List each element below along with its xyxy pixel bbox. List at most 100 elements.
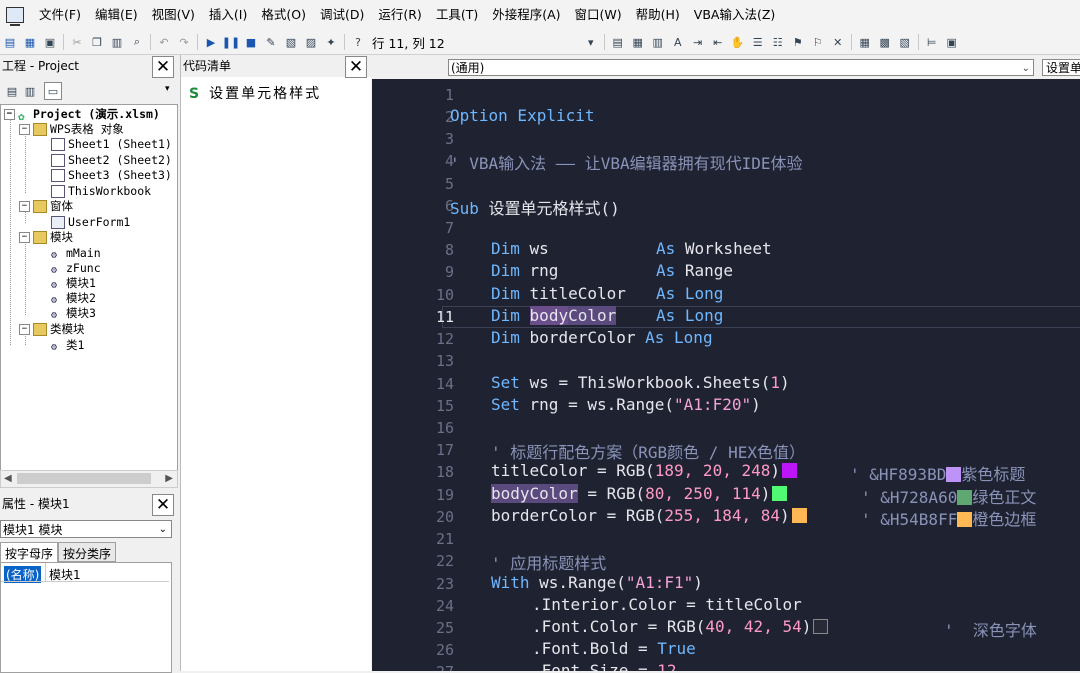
code-list-item[interactable]: S 设置单元格样式: [189, 83, 321, 103]
toolbar-overflow-icon[interactable]: ▾: [583, 34, 599, 50]
next-bookmark-icon[interactable]: ⚐: [810, 34, 826, 50]
color-swatch-purple: [782, 463, 797, 478]
userform-icon: [51, 216, 65, 229]
stop-icon[interactable]: ■: [243, 34, 259, 50]
clear-bookmarks-icon[interactable]: ✕: [830, 34, 846, 50]
view-excel-icon[interactable]: ▤: [2, 34, 18, 50]
toggle-folders-icon[interactable]: ▭: [44, 82, 62, 100]
menu-help[interactable]: 帮助(H): [629, 0, 687, 30]
list-constants-icon[interactable]: ▦: [630, 34, 646, 50]
toggle-breakpoint-icon[interactable]: ✋: [730, 34, 746, 50]
tree-project-root[interactable]: − ✿ Project (演示.xlsm): [4, 107, 160, 123]
scroll-right-icon[interactable]: ▶: [165, 471, 173, 486]
collapse-icon[interactable]: −: [19, 232, 30, 243]
tree-item-class1[interactable]: ⚙ 类1: [51, 338, 84, 353]
view-code-icon[interactable]: ▤: [4, 83, 20, 99]
design-mode-icon[interactable]: ✎: [263, 34, 279, 50]
tree-folder-wps[interactable]: − WPS表格 对象: [19, 122, 124, 137]
class-module-icon: ⚙: [51, 342, 58, 353]
collapse-icon[interactable]: −: [4, 109, 15, 120]
standard-toolbar: ▤ ▦ ▣ ✂ ❐ ▥ ⌕ ↶ ↷ ▶ ❚❚ ■ ✎ ▧ ▨ ✦ ? 行 11,…: [0, 30, 1080, 55]
line-number: 19: [435, 486, 454, 504]
collapse-icon[interactable]: −: [19, 324, 30, 335]
run-icon[interactable]: ▶: [203, 34, 219, 50]
copy-icon[interactable]: ❐: [89, 34, 105, 50]
group-icon[interactable]: ▩: [877, 34, 893, 50]
menu-run[interactable]: 运行(R): [371, 0, 428, 30]
parameter-info-icon[interactable]: A: [670, 34, 686, 50]
alignment-dropdown-icon[interactable]: ⊨: [924, 34, 940, 50]
indent-icon[interactable]: ⇥: [690, 34, 706, 50]
tab-alphabetic[interactable]: 按字母序: [0, 542, 59, 562]
bookmark-icon[interactable]: ⚑: [790, 34, 806, 50]
procedure-select[interactable]: 设置单: [1042, 59, 1080, 76]
view-object-icon[interactable]: ▥: [22, 83, 38, 99]
line-number: 6: [444, 197, 454, 215]
collapse-icon[interactable]: −: [19, 201, 30, 212]
menu-insert[interactable]: 插入(I): [202, 0, 254, 30]
menu-file[interactable]: 文件(F): [32, 0, 88, 30]
tree-folder-classes[interactable]: − 类模块: [19, 322, 85, 337]
tree-folder-modules[interactable]: − 模块: [19, 230, 73, 245]
tab-categorized[interactable]: 按分类序: [58, 542, 117, 562]
insert-module-icon[interactable]: ▦: [22, 34, 38, 50]
help-icon[interactable]: ?: [350, 34, 366, 50]
list-properties-icon[interactable]: ▤: [610, 34, 626, 50]
tree-item-module3[interactable]: ⚙ 模块3: [51, 306, 96, 321]
folder-icon: [33, 123, 47, 136]
align-icon[interactable]: ▦: [857, 34, 873, 50]
folder-icon: [33, 200, 47, 213]
properties-close-button[interactable]: ✕: [152, 494, 174, 516]
tree-item-userform1[interactable]: UserForm1: [51, 215, 130, 230]
paste-icon[interactable]: ▥: [109, 34, 125, 50]
menu-vba-ime[interactable]: VBA输入法(Z): [687, 0, 783, 30]
menu-debug[interactable]: 调试(D): [313, 0, 371, 30]
tree-item-thisworkbook[interactable]: ThisWorkbook: [51, 184, 151, 199]
project-tree: − ✿ Project (演示.xlsm) − WPS表格 对象 Sheet1 …: [0, 104, 178, 472]
menu-window[interactable]: 窗口(W): [568, 0, 629, 30]
scroll-left-icon[interactable]: ◀: [4, 471, 12, 486]
menu-view[interactable]: 视图(V): [145, 0, 202, 30]
sheet-icon: [51, 138, 65, 151]
cut-icon[interactable]: ✂: [69, 34, 85, 50]
tree-folder-forms[interactable]: − 窗体: [19, 199, 73, 214]
properties-icon[interactable]: ▨: [303, 34, 319, 50]
undo-icon[interactable]: ↶: [156, 34, 172, 50]
tree-item-mmain[interactable]: ⚙ mMain: [51, 246, 101, 261]
size-icon[interactable]: ▣: [944, 34, 960, 50]
tree-item-module1[interactable]: ⚙ 模块1: [51, 276, 96, 291]
toolbar-separator: [917, 34, 919, 50]
redo-icon[interactable]: ↷: [176, 34, 192, 50]
project-explorer-icon[interactable]: ▧: [283, 34, 299, 50]
code-area[interactable]: 1 2 3 4 5 6 7 8 9 10 11 12 13 14 15 16 1…: [372, 82, 1080, 671]
properties-object-select[interactable]: 模块1 模块 ⌄: [0, 520, 172, 538]
tree-item-module2[interactable]: ⚙ 模块2: [51, 291, 96, 306]
scrollbar-thumb[interactable]: [17, 473, 151, 484]
project-horizontal-scrollbar[interactable]: ◀ ▶: [0, 470, 178, 488]
tree-item-zfunc[interactable]: ⚙ zFunc: [51, 261, 101, 276]
ungroup-icon[interactable]: ▧: [897, 34, 913, 50]
find-icon[interactable]: ⌕: [129, 34, 145, 50]
collapse-icon[interactable]: −: [19, 124, 30, 135]
menu-edit[interactable]: 编辑(E): [88, 0, 145, 30]
code-line: ' VBA输入法 —— 让VBA编辑器拥有现代IDE体验: [450, 154, 803, 173]
comment-block-icon[interactable]: ☰: [750, 34, 766, 50]
menu-tools[interactable]: 工具(T): [429, 0, 485, 30]
module-icon: ⚙: [51, 295, 58, 306]
object-select[interactable]: (通用) ⌄: [448, 59, 1034, 76]
project-close-button[interactable]: ✕: [152, 56, 174, 78]
outdent-icon[interactable]: ⇤: [710, 34, 726, 50]
tree-item-sheet1[interactable]: Sheet1 (Sheet1): [51, 137, 172, 152]
tree-item-sheet3[interactable]: Sheet3 (Sheet3): [51, 168, 172, 183]
code-list-close-button[interactable]: ✕: [345, 56, 367, 78]
toolbox-icon[interactable]: ✦: [323, 34, 339, 50]
pause-icon[interactable]: ❚❚: [222, 34, 240, 50]
quick-info-icon[interactable]: ▥: [650, 34, 666, 50]
tree-item-sheet2[interactable]: Sheet2 (Sheet2): [51, 153, 172, 168]
menu-format[interactable]: 格式(O): [254, 0, 313, 30]
menu-addins[interactable]: 外接程序(A): [485, 0, 567, 30]
uncomment-block-icon[interactable]: ☷: [770, 34, 786, 50]
project-toolbar-chevron-icon[interactable]: ▾: [165, 84, 170, 94]
line-number: 13: [435, 352, 454, 370]
save-icon[interactable]: ▣: [42, 34, 58, 50]
